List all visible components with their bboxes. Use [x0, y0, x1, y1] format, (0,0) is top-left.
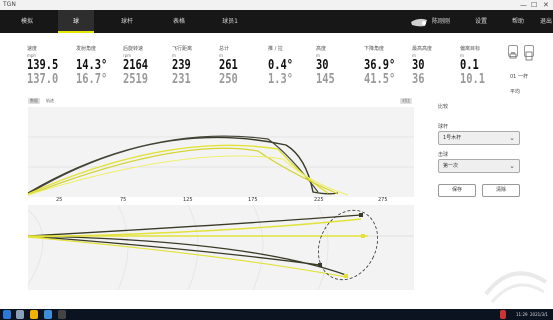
start-icon[interactable]	[3, 310, 11, 319]
landing-marker	[361, 234, 365, 238]
maximize-button[interactable]: ☐	[531, 0, 537, 10]
metric-value: 2164	[123, 58, 149, 73]
print-icon	[509, 52, 517, 59]
window-titlebar: TGN	[0, 0, 553, 10]
save-file-button[interactable]	[524, 45, 534, 61]
tab-player[interactable]: 球员1	[210, 10, 250, 33]
shot-select-value: 第一次	[443, 163, 459, 169]
search-icon[interactable]	[16, 310, 24, 319]
taskbar-date[interactable]: 2021/3/1	[530, 309, 548, 320]
exit-link[interactable]: 退出	[540, 10, 552, 33]
metric-value-compare: 145	[316, 72, 335, 87]
tab-simulation[interactable]: 模拟	[8, 10, 46, 33]
top-trajectory-svg	[27, 204, 414, 291]
metric-value-compare: 36	[412, 72, 425, 87]
shot-selector-label[interactable]: 01 一杆	[510, 73, 528, 80]
tray-icon[interactable]	[500, 310, 506, 319]
browser-icon[interactable]	[44, 310, 52, 319]
os-taskbar: 11:29 2021/3/1	[0, 309, 553, 320]
window-title: TGN	[3, 1, 16, 8]
metric-value-compare: 41.5°	[364, 72, 396, 87]
data-tag[interactable]: 数据	[28, 98, 40, 104]
tab-club[interactable]: 球杆	[108, 10, 146, 33]
metric-value: 30	[412, 58, 425, 73]
metric-value-compare: 250	[219, 72, 238, 87]
folder-icon[interactable]	[30, 310, 38, 319]
metric-value-compare: 10.1	[460, 72, 486, 87]
save-button[interactable]: 保存	[438, 184, 476, 197]
chevron-down-icon: ⌄	[509, 134, 515, 142]
compare-panel-title: 比较	[438, 104, 449, 110]
metric-value: 239	[172, 58, 191, 73]
app-icon[interactable]	[58, 310, 66, 319]
top-trace-yellow-3	[27, 236, 347, 278]
club-select-value: 1号木杆	[443, 135, 462, 141]
metric-value: 261	[219, 58, 238, 73]
shot-select-label: 击球	[438, 152, 449, 158]
close-button[interactable]: ✕	[543, 0, 549, 10]
metric-value: 36.9°	[364, 58, 396, 73]
user-name[interactable]: 陈刚刚	[432, 10, 450, 33]
print-button[interactable]	[508, 45, 518, 59]
top-trace-dark-2	[27, 235, 321, 266]
side-trajectory-svg	[27, 135, 414, 196]
taskbar-time[interactable]: 11:29	[516, 309, 528, 320]
compare-tag[interactable]: 对比	[400, 98, 412, 104]
metric-value-compare: 1.3°	[268, 72, 294, 87]
chevron-down-icon: ⌄	[509, 162, 515, 170]
settings-link[interactable]: 设置	[475, 10, 487, 33]
metric-value: 14.3°	[76, 58, 108, 73]
metric-value-compare: 231	[172, 72, 191, 87]
metric-value: 0.1	[460, 58, 479, 73]
clear-button[interactable]: 清除	[482, 184, 520, 197]
metric-value: 30	[316, 58, 329, 73]
club-select[interactable]: 1号木杆 ⌄	[438, 131, 520, 145]
side-trace-dark-2	[27, 135, 319, 195]
trajectory-top-chart[interactable]	[27, 204, 414, 291]
landing-marker	[344, 274, 348, 278]
average-label[interactable]: 平均	[510, 88, 520, 95]
tab-ball[interactable]: 球	[58, 10, 94, 33]
x-tick: 25	[56, 197, 63, 203]
metric-value-compare: 137.0	[27, 72, 59, 87]
shot-select[interactable]: 第一次 ⌄	[438, 159, 520, 173]
x-tick: 175	[248, 197, 258, 203]
x-tick: 275	[378, 197, 388, 203]
watermark-logo	[484, 271, 548, 303]
landing-marker	[318, 263, 322, 267]
trajectory-tag[interactable]: 轨迹	[44, 98, 56, 104]
x-tick: 125	[183, 197, 193, 203]
metric-value: 0.4°	[268, 58, 294, 73]
metric-value-compare: 16.7°	[76, 72, 108, 87]
x-tick: 225	[314, 197, 324, 203]
club-head-icon	[411, 18, 427, 27]
trajectory-side-chart[interactable]	[27, 107, 414, 197]
metric-value: 139.5	[27, 58, 59, 73]
save-icon	[525, 51, 533, 61]
tab-table[interactable]: 表格	[160, 10, 198, 33]
top-trace-dark-1	[27, 214, 362, 237]
help-link[interactable]: 帮助	[512, 10, 524, 33]
minimize-button[interactable]: —	[520, 0, 527, 10]
active-tab-indicator	[58, 31, 94, 33]
side-trace-yellow-2	[27, 147, 339, 196]
landing-marker	[359, 213, 363, 217]
club-select-label: 球杆	[438, 124, 449, 130]
x-tick: 75	[120, 197, 127, 203]
metric-value-compare: 2519	[123, 72, 149, 87]
top-nav: 模拟 球 球杆 表格 球员1 陈刚刚 设置 帮助 退出	[0, 10, 553, 33]
